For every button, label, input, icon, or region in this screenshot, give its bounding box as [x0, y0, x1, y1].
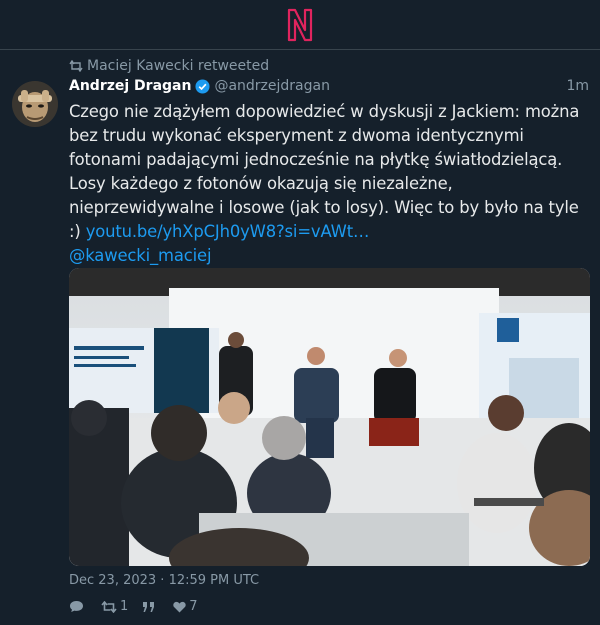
retweet-header: Maciej Kawecki retweeted	[69, 58, 269, 74]
tweet-author-row: Andrzej Dragan @andrzejdragan 1m	[69, 78, 589, 94]
tweet-text: Czego nie zdążyłem dopowiedzieć w dyskus…	[69, 102, 580, 241]
tweet-mention[interactable]: @kawecki_maciej	[69, 246, 212, 265]
top-nav-bar	[0, 0, 600, 50]
avatar[interactable]	[12, 81, 58, 127]
heart-icon	[173, 601, 186, 612]
tweet-body: Czego nie zdążyłem dopowiedzieć w dyskus…	[69, 100, 589, 268]
reply-action[interactable]	[69, 600, 87, 613]
panel-discussion-photo	[69, 268, 590, 566]
avatar-image	[12, 81, 58, 127]
retweet-action[interactable]: 1	[101, 599, 128, 614]
tweet-image[interactable]	[69, 268, 590, 566]
tweet-time-ago[interactable]: 1m	[566, 78, 589, 94]
verified-badge-icon	[195, 78, 210, 94]
author-handle[interactable]: @andrzejdragan	[214, 78, 330, 94]
tweet-actions: 1 7	[69, 599, 198, 614]
quote-icon	[143, 601, 155, 612]
nitter-logo-icon[interactable]	[286, 7, 314, 43]
retweet-count: 1	[120, 599, 129, 614]
author-name[interactable]: Andrzej Dragan	[69, 78, 191, 94]
quote-action[interactable]	[142, 601, 159, 613]
tweet-link[interactable]: youtu.be/yhXpCJh0yW8?si=vAWt…	[86, 222, 370, 241]
retweet-icon	[101, 600, 117, 613]
retweet-icon	[69, 60, 83, 72]
comment-icon	[70, 601, 83, 612]
tweet-date[interactable]: Dec 23, 2023 · 12:59 PM UTC	[69, 573, 259, 588]
like-action[interactable]: 7	[173, 599, 198, 614]
like-count: 7	[189, 599, 198, 614]
retweet-text[interactable]: Maciej Kawecki retweeted	[87, 58, 269, 74]
